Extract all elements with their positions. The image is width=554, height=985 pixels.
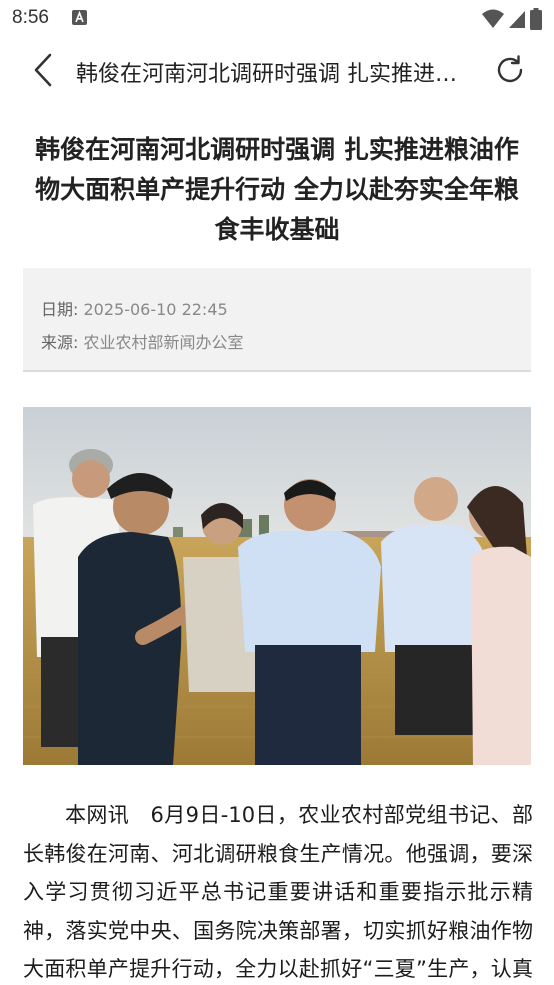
status-time: 8:56: [12, 7, 49, 28]
article-paragraph: 本网讯 6月9日-10日，农业农村部党组书记、部长韩俊在河南、河北调研粮食生产情…: [23, 803, 533, 981]
status-bar: 8:56: [0, 0, 554, 38]
meta-source: 来源: 农业农村部新闻办公室: [41, 329, 244, 353]
nav-bar: 韩俊在河南河北调研时强调 扎实推进粮油作物大面积单产提升行动 全力以赴夯实全年粮…: [0, 38, 554, 106]
article-body: 本网讯 6月9日-10日，农业农村部党组书记、部长韩俊在河南、河北调研粮食生产情…: [23, 796, 533, 985]
status-icons: [482, 8, 542, 34]
article-title: 韩俊在河南河北调研时强调 扎实推进粮油作物大面积单产提升行动 全力以赴夯实全年粮…: [35, 135, 519, 244]
refresh-button[interactable]: [492, 52, 528, 92]
meta-date: 日期: 2025-06-10 22:45: [41, 296, 228, 320]
date-value: 2025-06-10 22:45: [83, 300, 228, 319]
source-value: 农业农村部新闻办公室: [83, 333, 244, 352]
chevron-left-icon: [32, 52, 54, 92]
battery-icon: [530, 8, 542, 34]
back-button[interactable]: [26, 52, 60, 92]
notification-a-icon: [72, 10, 87, 25]
source-label: 来源:: [41, 333, 79, 352]
wifi-icon: [482, 9, 504, 33]
cellular-icon: [508, 9, 526, 33]
article-photo[interactable]: [23, 407, 531, 765]
article-meta: 日期: 2025-06-10 22:45 来源: 农业农村部新闻办公室: [23, 268, 531, 372]
refresh-icon: [494, 54, 526, 90]
date-label: 日期:: [41, 300, 79, 319]
nav-title: 韩俊在河南河北调研时强调 扎实推进粮油作物大面积单产提升行动 全力以赴夯实全年粮…: [76, 62, 476, 87]
